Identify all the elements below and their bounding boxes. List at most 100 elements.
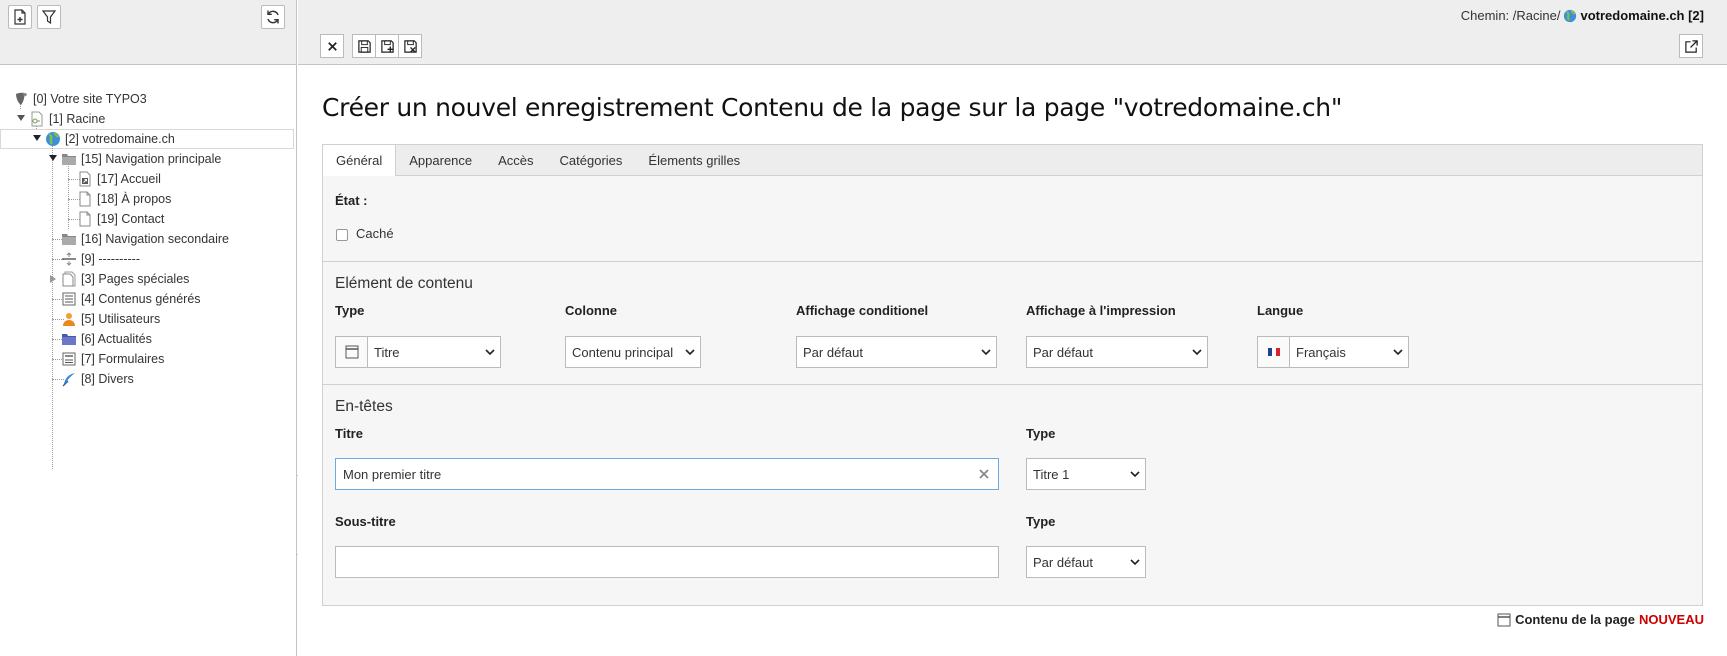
colonne-select[interactable]: Contenu principal <box>565 336 701 368</box>
new-page-icon <box>14 9 26 25</box>
tree-node-divers[interactable]: [8] Divers <box>61 369 134 389</box>
tree-node-a-propos[interactable]: [18] À propos <box>77 189 171 209</box>
collapse-racine-toggle[interactable] <box>16 113 26 123</box>
page-root-icon <box>29 111 45 127</box>
open-new-window-button[interactable] <box>1679 34 1703 58</box>
sous-titre-input[interactable] <box>335 546 999 578</box>
form-icon <box>61 351 77 367</box>
tree-node-votredomaine[interactable]: [2] votredomaine.ch <box>45 129 175 149</box>
page-icon <box>77 191 93 207</box>
tree-node-actualites[interactable]: [6] Actualités <box>61 329 152 349</box>
titre-input[interactable]: Mon premier titre <box>335 458 999 490</box>
edit-form-area: Chemin: /Racine/ votredomaine.ch [2] Cré… <box>298 0 1727 656</box>
form-tabs: Général Apparence Accès Catégories Éleme… <box>322 144 1703 177</box>
affichage-impression-select[interactable]: Par défaut <box>1026 336 1208 368</box>
type-select[interactable]: Titre <box>335 336 501 368</box>
caret-right-icon <box>50 275 56 283</box>
collapse-navigation-principale-toggle[interactable] <box>48 153 58 163</box>
caret-down-icon <box>49 155 57 161</box>
header-type-select[interactable]: Titre 1 <box>1026 458 1146 490</box>
doc-header: Chemin: /Racine/ votredomaine.ch [2] <box>298 0 1727 65</box>
folder-icon <box>61 231 77 247</box>
section-title-entetes: En-têtes <box>335 398 393 415</box>
affichage-conditionel-select[interactable]: Par défaut <box>796 336 997 368</box>
tree-node-contenus-generes[interactable]: [4] Contenus générés <box>61 289 201 309</box>
section-divider <box>323 261 1702 262</box>
save-and-new-button[interactable] <box>375 34 399 58</box>
chevron-down-icon <box>1125 558 1145 566</box>
chevron-down-icon <box>1187 348 1207 356</box>
typo3-logo-icon <box>13 91 29 107</box>
filter-icon <box>41 10 57 25</box>
header-ctype-icon <box>336 337 368 367</box>
folder-news-icon <box>61 331 77 347</box>
page-tree-panel: [0] Votre site TYPO3 [1] Racine [2] votr… <box>0 0 297 656</box>
tab-panel-general: État : Caché Elément de contenu Type Tit… <box>322 176 1703 606</box>
langue-select[interactable]: Français <box>1257 336 1409 368</box>
new-page-button[interactable] <box>8 5 32 29</box>
type-subheader-label: Type <box>1026 514 1056 529</box>
globe-icon <box>45 131 61 147</box>
tree-node-racine[interactable]: [1] Racine <box>29 109 105 129</box>
save-new-icon <box>380 39 394 53</box>
save-button[interactable] <box>352 34 376 58</box>
folder-icon <box>61 151 77 167</box>
affichage-impression-label: Affichage à l'impression <box>1026 303 1176 318</box>
caret-down-icon <box>33 135 41 141</box>
chevron-down-icon <box>976 348 996 356</box>
titre-label: Titre <box>335 426 363 441</box>
expand-pages-speciales-toggle[interactable] <box>48 274 58 284</box>
tree-node-formulaires[interactable]: [7] Formulaires <box>61 349 164 369</box>
refresh-icon <box>267 10 279 24</box>
page-special-icon <box>61 271 77 287</box>
section-title-element: Elément de contenu <box>335 275 473 292</box>
tab-categories[interactable]: Catégories <box>547 145 636 176</box>
langue-label: Langue <box>1257 303 1304 318</box>
filter-button[interactable] <box>37 5 61 29</box>
refresh-button[interactable] <box>261 5 285 29</box>
record-info: Contenu de la page NOUVEAU <box>1497 612 1704 627</box>
tab-apparence[interactable]: Apparence <box>396 145 485 176</box>
page-title: Créer un nouvel enregistrement Contenu d… <box>322 93 1343 122</box>
chevron-down-icon <box>1125 470 1145 478</box>
tree-node-utilisateurs[interactable]: [5] Utilisateurs <box>61 309 160 329</box>
tree-node-contact[interactable]: [19] Contact <box>77 209 164 229</box>
save-close-icon <box>403 39 417 53</box>
feather-icon <box>61 371 77 387</box>
tree-node-root[interactable]: [0] Votre site TYPO3 <box>13 89 147 109</box>
page-icon <box>77 211 93 227</box>
page-shortcut-icon <box>77 171 93 187</box>
section-divider <box>323 384 1702 385</box>
tab-acces[interactable]: Accès <box>485 145 546 176</box>
etat-label: État : <box>335 193 368 208</box>
flag-france-icon <box>1258 337 1290 367</box>
chevron-down-icon <box>680 348 700 356</box>
tree-node-accueil[interactable]: [17] Accueil <box>77 169 161 189</box>
tree-node-navigation-principale[interactable]: [15] Navigation principale <box>61 149 221 169</box>
clear-icon[interactable] <box>978 468 990 480</box>
save-and-close-button[interactable] <box>398 34 422 58</box>
header-ctype-icon <box>1497 613 1511 626</box>
users-icon <box>61 311 77 327</box>
chevron-down-icon <box>480 348 500 356</box>
status-badge: NOUVEAU <box>1638 612 1704 627</box>
collapse-votredomaine-toggle[interactable] <box>32 133 42 143</box>
colonne-label: Colonne <box>565 303 617 318</box>
chevron-down-icon <box>1388 348 1408 356</box>
close-button[interactable] <box>320 34 344 58</box>
hidden-checkbox-label: Caché <box>356 226 394 241</box>
type-label: Type <box>335 303 365 318</box>
breadcrumb: Chemin: /Racine/ votredomaine.ch [2] <box>1460 8 1704 23</box>
tab-general[interactable]: Général <box>322 145 397 177</box>
type-header-label: Type <box>1026 426 1056 441</box>
hidden-checkbox[interactable] <box>336 229 348 241</box>
tree-node-spacer[interactable]: [9] ---------- <box>61 249 140 269</box>
affichage-conditionel-label: Affichage conditionel <box>796 303 929 318</box>
sous-titre-label: Sous-titre <box>335 514 396 529</box>
list-icon <box>61 291 77 307</box>
tab-elements-grilles[interactable]: Élements grilles <box>635 145 753 176</box>
external-link-icon <box>1684 39 1698 53</box>
tree-node-pages-speciales[interactable]: [3] Pages spéciales <box>61 269 189 289</box>
tree-node-navigation-secondaire[interactable]: [16] Navigation secondaire <box>61 229 229 249</box>
subheader-type-select[interactable]: Par défaut <box>1026 546 1146 578</box>
